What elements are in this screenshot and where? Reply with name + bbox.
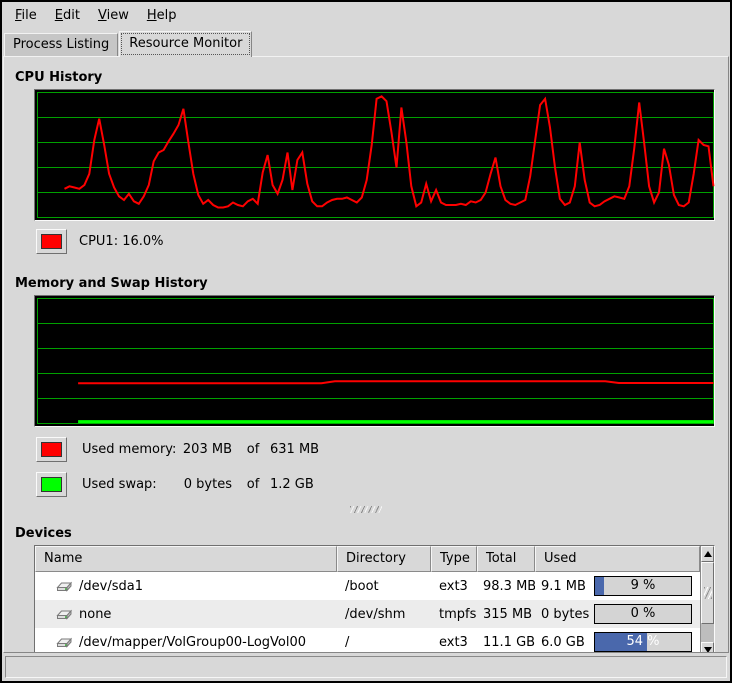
device-directory: /boot	[337, 579, 431, 594]
used-swap-color-button[interactable]	[36, 472, 67, 497]
cpu1-color-swatch	[41, 234, 62, 249]
cpu1-usage-label: CPU1: 16.0%	[79, 234, 164, 249]
device-name: none	[79, 607, 111, 622]
scroll-down-button[interactable]	[701, 642, 714, 653]
memory-swap-title: Memory and Swap History	[15, 276, 728, 291]
cpu-history-chart-frame	[34, 89, 715, 221]
device-type: ext3	[431, 635, 477, 650]
devices-table: Name Directory Type Total Used /dev/sda1…	[34, 545, 715, 653]
usage-percent-label: 0 %	[595, 605, 691, 623]
status-bar	[5, 656, 727, 678]
menu-file[interactable]: File	[6, 5, 46, 26]
cpu-history-title: CPU History	[15, 70, 728, 85]
device-directory: /dev/shm	[337, 607, 431, 622]
column-header-name[interactable]: Name	[35, 546, 337, 572]
used-memory-color-button[interactable]	[36, 437, 67, 462]
used-swap-total: 1.2 GB	[270, 477, 340, 492]
devices-scrollbar[interactable]	[700, 546, 714, 653]
scrollbar-thumb[interactable]	[701, 562, 714, 624]
scrollbar-grip-icon	[704, 587, 712, 599]
usage-percent-label: 9 %	[595, 577, 691, 595]
pane-grip-icon[interactable]	[350, 506, 382, 513]
arrow-down-icon	[704, 647, 712, 653]
device-row-none[interactable]: none /dev/shm tmpfs 315 MB 0 bytes 0 %	[35, 600, 700, 628]
device-total: 315 MB	[477, 607, 535, 622]
device-total: 11.1 GB	[477, 635, 535, 650]
arrow-up-icon	[704, 551, 712, 557]
memory-swap-chart	[36, 297, 715, 425]
used-swap-swatch	[41, 477, 62, 492]
disk-icon	[56, 635, 73, 649]
cpu-legend: CPU1: 16.0%	[36, 228, 728, 254]
device-type: tmpfs	[431, 607, 477, 622]
used-memory-total: 631 MB	[270, 442, 340, 457]
used-memory-of: of	[236, 442, 270, 457]
used-swap-row: Used swap: 0 bytes of 1.2 GB	[36, 471, 728, 497]
memory-legend: Used memory: 203 MB of 631 MB Used swap:…	[36, 436, 728, 497]
tab-resource-monitor[interactable]: Resource Monitor	[119, 31, 252, 57]
usage-percent-label: 54 %	[595, 633, 691, 651]
used-swap-of: of	[236, 477, 270, 492]
usage-progress-bar: 54 %	[594, 632, 692, 652]
used-memory-value: 203 MB	[178, 442, 236, 457]
system-monitor-window: File Edit View Help Process Listing Reso…	[0, 0, 732, 683]
used-swap-label: Used swap:	[82, 477, 178, 492]
device-row-volgroup[interactable]: /dev/mapper/VolGroup00-LogVol00 / ext3 1…	[35, 628, 700, 653]
device-name: /dev/sda1	[79, 579, 143, 594]
scrollbar-trough[interactable]	[701, 624, 714, 642]
devices-title: Devices	[15, 526, 728, 541]
cpu1-color-button[interactable]	[36, 229, 67, 254]
device-directory: /	[337, 635, 431, 650]
used-memory-swatch	[41, 442, 62, 457]
menu-help[interactable]: Help	[138, 5, 186, 26]
column-header-directory[interactable]: Directory	[337, 546, 431, 572]
disk-icon	[56, 607, 73, 621]
column-header-used[interactable]: Used	[535, 546, 700, 572]
used-memory-row: Used memory: 203 MB of 631 MB	[36, 436, 728, 462]
used-memory-label: Used memory:	[82, 442, 178, 457]
device-used: 6.0 GB	[541, 635, 585, 650]
device-row-sda1[interactable]: /dev/sda1 /boot ext3 98.3 MB 9.1 MB 9 %	[35, 572, 700, 600]
cpu-history-chart	[36, 91, 715, 219]
tab-process-listing[interactable]: Process Listing	[4, 33, 118, 56]
scroll-up-button[interactable]	[701, 546, 714, 562]
usage-progress-bar: 0 %	[594, 604, 692, 624]
device-name: /dev/mapper/VolGroup00-LogVol00	[79, 635, 306, 650]
used-swap-value: 0 bytes	[178, 477, 236, 492]
column-header-total[interactable]: Total	[477, 546, 535, 572]
resource-monitor-panel: CPU History CPU1: 16.0% Memory and Swap …	[3, 56, 729, 653]
device-used: 0 bytes	[541, 607, 589, 622]
memory-swap-chart-frame	[34, 295, 715, 427]
usage-progress-bar: 9 %	[594, 576, 692, 596]
menu-bar: File Edit View Help	[2, 2, 730, 28]
devices-table-header: Name Directory Type Total Used	[35, 546, 700, 572]
menu-edit[interactable]: Edit	[46, 5, 89, 26]
device-used: 9.1 MB	[541, 579, 586, 594]
column-header-type[interactable]: Type	[431, 546, 477, 572]
notebook-tabs: Process Listing Resource Monitor	[2, 28, 730, 56]
device-total: 98.3 MB	[477, 579, 535, 594]
pane-separator	[4, 506, 728, 514]
disk-icon	[56, 579, 73, 593]
menu-view[interactable]: View	[89, 5, 138, 26]
device-type: ext3	[431, 579, 477, 594]
